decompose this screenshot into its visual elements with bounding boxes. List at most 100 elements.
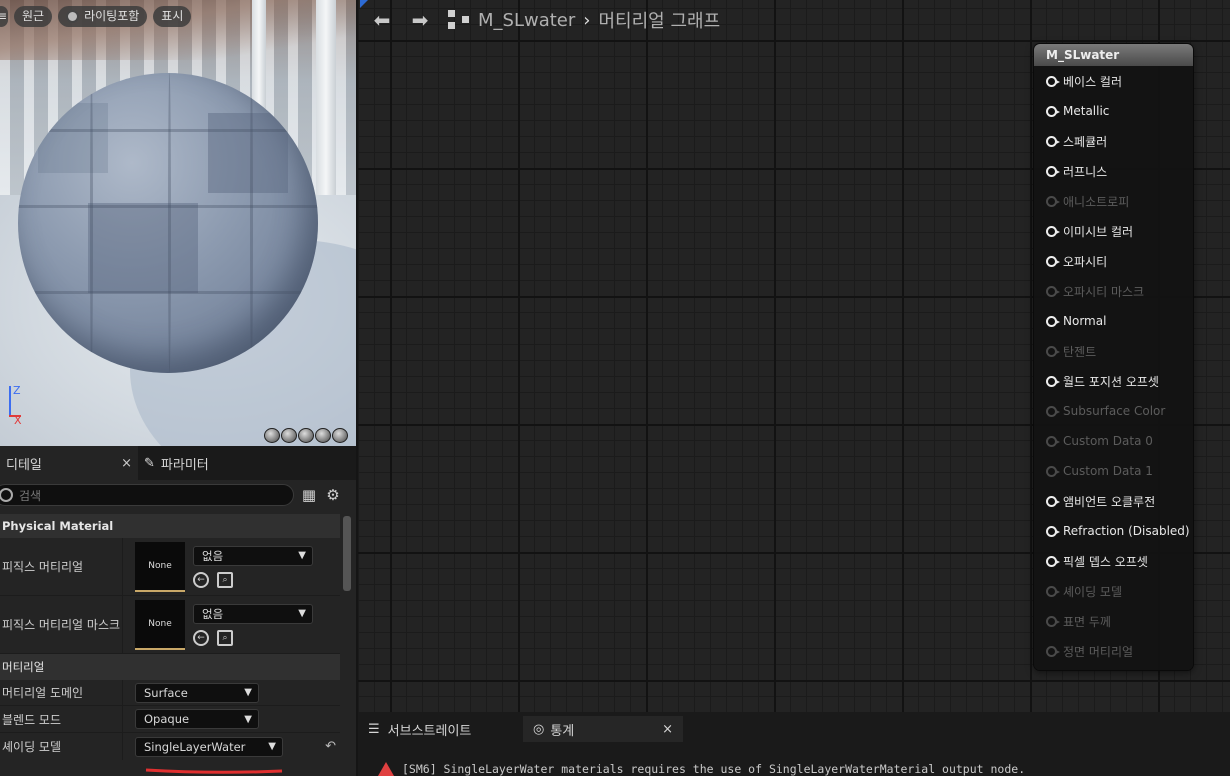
- pin-label: 셰이딩 모델: [1063, 584, 1123, 599]
- tab-close-icon[interactable]: ×: [662, 722, 673, 737]
- show-button[interactable]: 표시: [153, 6, 192, 27]
- pin-label: 이미시브 컬러: [1063, 224, 1134, 239]
- node-input-pin[interactable]: 이미시브 컬러: [1034, 216, 1193, 246]
- search-input[interactable]: 검색: [0, 484, 294, 506]
- tab-substrate[interactable]: ☰ 서브스트레이트: [358, 716, 523, 742]
- background-pillar: [316, 0, 336, 210]
- use-selected-icon[interactable]: ←: [193, 629, 209, 646]
- node-input-pin[interactable]: Normal: [1034, 306, 1193, 336]
- pin-connector-icon[interactable]: [1046, 75, 1060, 87]
- material-domain-dropdown[interactable]: Surface ▼: [135, 682, 259, 703]
- node-input-pin[interactable]: 오파시티 마스크: [1034, 276, 1193, 306]
- node-input-pin[interactable]: 셰이딩 모델: [1034, 576, 1193, 606]
- preview-mesh-selector: [264, 428, 348, 443]
- asset-thumbnail[interactable]: None: [135, 541, 185, 592]
- pin-connector-icon[interactable]: [1046, 495, 1060, 507]
- node-input-pin[interactable]: 앰비언트 오클루전: [1034, 486, 1193, 516]
- sphere-mesh-icon[interactable]: [281, 428, 297, 443]
- pin-connector-icon[interactable]: [1046, 375, 1060, 387]
- phys-mask-dropdown[interactable]: 없음 ▼: [193, 603, 313, 624]
- node-input-pin[interactable]: 베이스 컬러: [1034, 66, 1193, 96]
- pin-label: 오파시티: [1063, 254, 1108, 269]
- node-input-pin[interactable]: Subsurface Color: [1034, 396, 1193, 426]
- material-preview-viewport[interactable]: ≡ 원근 라이팅포함 표시 Z X: [0, 0, 356, 446]
- node-input-pin[interactable]: 애니소트로피: [1034, 186, 1193, 216]
- breadcrumb-separator: ›: [583, 9, 591, 31]
- gear-icon[interactable]: ⚙: [324, 486, 342, 504]
- custom-mesh-icon[interactable]: [332, 428, 348, 443]
- reset-to-default-icon[interactable]: ↶: [325, 739, 336, 754]
- lighting-label: 라이팅포함: [84, 9, 140, 23]
- node-input-pin[interactable]: 오파시티: [1034, 246, 1193, 276]
- breadcrumb-page: 머티리얼 그래프: [598, 11, 721, 32]
- node-input-pin[interactable]: 월드 포지션 오프셋: [1034, 366, 1193, 396]
- stats-message: [SM6] SingleLayerWater materials require…: [378, 762, 1025, 776]
- forward-arrow-icon[interactable]: ➡: [410, 8, 430, 32]
- pin-connector-icon[interactable]: [1046, 405, 1060, 417]
- node-input-pin[interactable]: Refraction (Disabled): [1034, 516, 1193, 546]
- category-physical-material[interactable]: Physical Material: [0, 514, 340, 538]
- pin-connector-icon[interactable]: [1046, 195, 1060, 207]
- pin-connector-icon[interactable]: [1046, 285, 1060, 297]
- phys-material-dropdown[interactable]: 없음 ▼: [193, 545, 313, 566]
- pin-connector-icon[interactable]: [1046, 255, 1060, 267]
- perspective-button[interactable]: 원근: [14, 6, 53, 27]
- tab-details[interactable]: 디테일 ×: [0, 446, 138, 480]
- plane-mesh-icon[interactable]: [298, 428, 314, 443]
- browse-icon[interactable]: ⌕: [217, 629, 233, 646]
- chevron-down-icon: ▼: [298, 550, 306, 561]
- details-panel: 디테일 × ✎ 파라미터 검색 ▦ ⚙ Physical Material 피직…: [0, 446, 356, 776]
- tab-parameters[interactable]: ✎ 파라미터: [138, 446, 215, 480]
- cylinder-mesh-icon[interactable]: [264, 428, 280, 443]
- pin-connector-icon[interactable]: [1046, 345, 1060, 357]
- node-input-pin[interactable]: 탄젠트: [1034, 336, 1193, 366]
- pin-connector-icon[interactable]: [1046, 225, 1060, 237]
- node-input-pin[interactable]: 정면 머티리얼: [1034, 636, 1193, 666]
- pin-connector-icon[interactable]: [1046, 645, 1060, 657]
- table-view-icon[interactable]: ▦: [300, 486, 318, 504]
- dropdown-value: 없음: [202, 606, 224, 621]
- property-shading-model: 셰이딩 모델 SingleLayerWater ▼ ↶: [0, 733, 340, 760]
- pencil-icon: ✎: [144, 455, 155, 471]
- back-arrow-icon[interactable]: ⬅: [372, 8, 392, 32]
- graph-toolbar: ⬅ ➡ M_SLwater › 머티리얼 그래프: [358, 0, 1230, 40]
- shading-model-dropdown[interactable]: SingleLayerWater ▼: [135, 736, 283, 757]
- dropdown-value: SingleLayerWater: [144, 739, 246, 754]
- node-input-pin[interactable]: 스페큘러: [1034, 126, 1193, 156]
- pin-connector-icon[interactable]: [1046, 525, 1060, 537]
- tab-close-icon[interactable]: ×: [121, 456, 132, 471]
- pin-connector-icon[interactable]: [1046, 315, 1060, 327]
- list-icon: ☰: [368, 721, 380, 737]
- category-material[interactable]: 머티리얼: [0, 654, 340, 680]
- pin-connector-icon[interactable]: [1046, 105, 1060, 117]
- pin-connector-icon[interactable]: [1046, 165, 1060, 177]
- property-label: 피직스 머티리얼: [0, 538, 123, 595]
- pin-connector-icon[interactable]: [1046, 615, 1060, 627]
- pin-connector-icon[interactable]: [1046, 585, 1060, 597]
- result-node[interactable]: M_SLwater 베이스 컬러 Metallic 스페큘러 러프니스 애니소트로피 이미…: [1034, 44, 1193, 670]
- asset-thumbnail[interactable]: None: [135, 599, 185, 650]
- pin-connector-icon[interactable]: [1046, 465, 1060, 477]
- breadcrumb-asset[interactable]: M_SLwater: [478, 10, 575, 31]
- cube-mesh-icon[interactable]: [315, 428, 331, 443]
- pin-connector-icon[interactable]: [1046, 435, 1060, 447]
- viewport-toolbar: ≡ 원근 라이팅포함 표시: [0, 6, 192, 27]
- pin-connector-icon[interactable]: [1046, 135, 1060, 147]
- use-selected-icon[interactable]: ←: [193, 571, 209, 588]
- node-input-pin[interactable]: 러프니스: [1034, 156, 1193, 186]
- lighting-button[interactable]: 라이팅포함: [58, 6, 148, 27]
- menu-button[interactable]: ≡: [0, 6, 8, 27]
- pin-connector-icon[interactable]: [1046, 555, 1060, 567]
- blend-mode-dropdown[interactable]: Opaque ▼: [135, 709, 259, 729]
- node-input-pin[interactable]: 표면 두께: [1034, 606, 1193, 636]
- node-input-pin[interactable]: Custom Data 1: [1034, 456, 1193, 486]
- details-scrollbar[interactable]: [343, 516, 351, 591]
- node-input-pin[interactable]: 픽셀 뎁스 오프셋: [1034, 546, 1193, 576]
- browse-icon[interactable]: ⌕: [217, 571, 233, 588]
- pin-label: 표면 두께: [1063, 614, 1111, 629]
- node-input-pin[interactable]: Metallic: [1034, 96, 1193, 126]
- chevron-down-icon: ▼: [244, 713, 252, 725]
- red-annotation-underline: [145, 768, 283, 774]
- node-input-pin[interactable]: Custom Data 0: [1034, 426, 1193, 456]
- tab-stats[interactable]: ◎ 통계 ×: [523, 716, 683, 742]
